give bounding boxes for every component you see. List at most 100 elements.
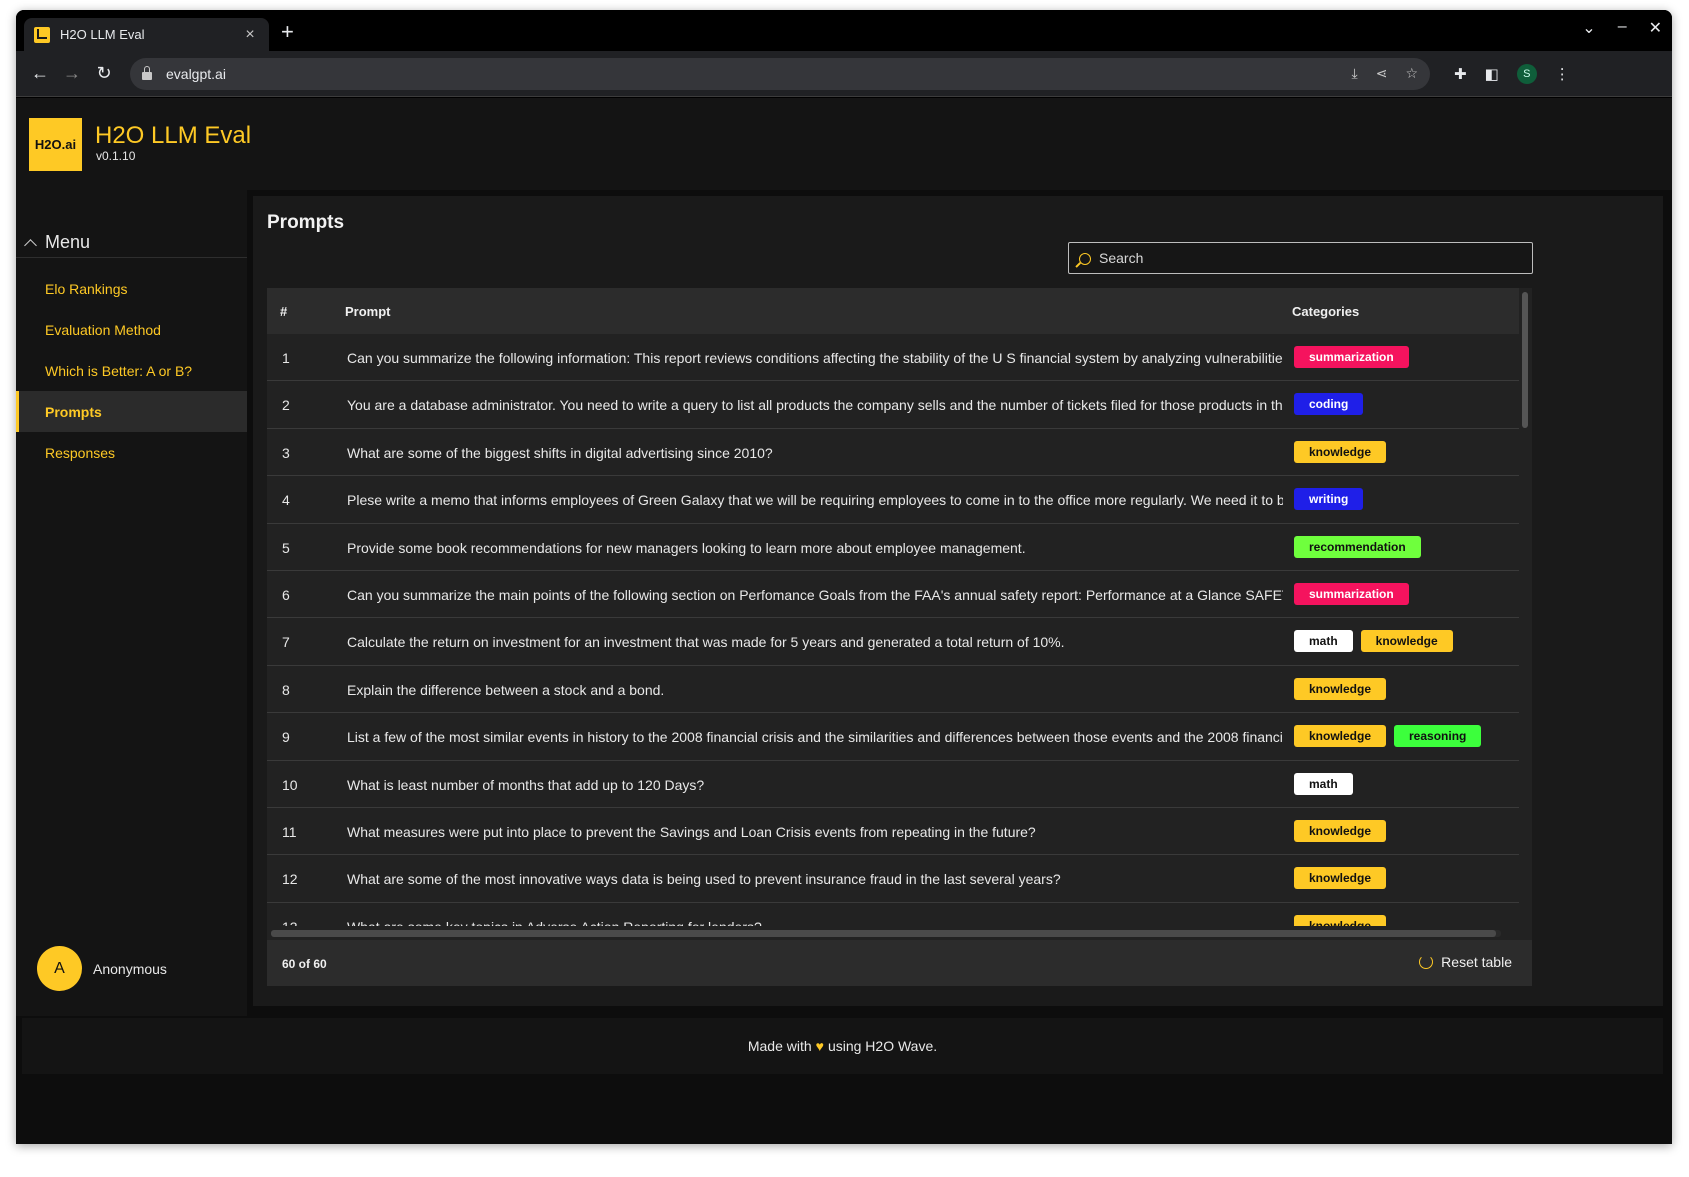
row-categories: math knowledge <box>1294 630 1453 653</box>
column-header-number[interactable]: # <box>280 304 287 319</box>
app-header: H2O.ai H2O LLM Eval v0.1.10 <box>16 98 1672 190</box>
row-number: 12 <box>282 871 298 888</box>
prompts-table: # Prompt Categories 1 Can you summarize t… <box>267 288 1532 986</box>
tab-search-icon[interactable]: ⌄ <box>1582 18 1595 38</box>
close-window-icon[interactable]: ✕ <box>1649 18 1662 38</box>
category-tag: knowledge <box>1294 677 1387 700</box>
user-profile[interactable]: A Anonymous <box>37 946 167 991</box>
category-tag: coding <box>1294 393 1364 416</box>
table-row[interactable]: 11 What measures were put into place to p… <box>267 808 1519 856</box>
browser-tab[interactable]: H2O LLM Eval × <box>24 18 269 51</box>
row-prompt: Can you summarize the following informat… <box>347 350 1283 366</box>
table-row[interactable]: 9 List a few of the most similar events i… <box>267 713 1519 761</box>
table-row[interactable]: 5 Provide some book recommendations for n… <box>267 524 1519 571</box>
refresh-icon <box>1419 955 1434 969</box>
sidebar-item-elo-rankings[interactable]: Elo Rankings <box>16 268 247 309</box>
search-input[interactable] <box>1099 250 1519 266</box>
sidebar-item-prompts[interactable]: Prompts <box>16 391 247 432</box>
menu-toggle[interactable]: Menu <box>16 228 247 258</box>
table-row[interactable]: 13 What are some key topics in Adverse Ac… <box>267 903 1519 926</box>
reset-table-label: Reset table <box>1441 954 1512 970</box>
extensions-icon[interactable]: ✚ <box>1454 65 1467 83</box>
category-tag: recommendation <box>1294 535 1421 558</box>
row-number: 8 <box>282 681 290 698</box>
row-prompt: List a few of the most similar events in… <box>347 729 1283 746</box>
table-row[interactable]: 4 Plese write a memo that informs employe… <box>267 476 1519 524</box>
table-row[interactable]: 2 You are a database administrator. You n… <box>267 381 1519 429</box>
sidebar-item-responses[interactable]: Responses <box>16 432 247 473</box>
reload-icon[interactable]: ↻ <box>88 63 120 84</box>
row-categories: knowledge <box>1294 819 1387 842</box>
lock-icon[interactable] <box>142 65 152 80</box>
category-tag: math <box>1294 630 1353 653</box>
main-card: Prompts # Prompt Categories 1 Can you sum… <box>253 196 1663 1006</box>
sidebar-item-which-is-better[interactable]: Which is Better: A or B? <box>16 350 247 391</box>
category-tag: knowledge <box>1294 819 1387 842</box>
more-menu-icon[interactable]: ⋮ <box>1555 65 1570 83</box>
row-categories: knowledge <box>1294 677 1387 700</box>
search-box[interactable] <box>1068 242 1533 274</box>
app-footer: Made with ♥ using H2O Wave. <box>22 1018 1663 1074</box>
column-header-prompt[interactable]: Prompt <box>345 304 391 319</box>
category-tag: knowledge <box>1294 440 1387 463</box>
row-prompt: Explain the difference between a stock a… <box>347 681 665 698</box>
forward-icon[interactable]: → <box>56 63 88 84</box>
address-bar[interactable]: evalgpt.ai ⤓ ⋖ ☆ <box>130 57 1430 90</box>
share-icon[interactable]: ⋖ <box>1376 65 1388 82</box>
sidebar: Menu Elo Rankings Evaluation Method Whic… <box>16 190 247 1016</box>
row-prompt: Provide some book recommendations for ne… <box>347 539 1026 556</box>
category-tag: reasoning <box>1394 725 1482 748</box>
back-icon[interactable]: ← <box>24 63 56 84</box>
row-prompt: You are a database administrator. You ne… <box>347 397 1283 414</box>
user-name: Anonymous <box>93 960 167 977</box>
row-prompt: What is least number of months that add … <box>347 776 705 793</box>
row-number: 5 <box>282 539 290 556</box>
category-tag: knowledge <box>1294 914 1387 926</box>
row-number: 1 <box>282 350 290 366</box>
table-row[interactable]: 10 What is least number of months that ad… <box>267 761 1519 808</box>
reset-table-button[interactable]: Reset table <box>1419 954 1512 970</box>
profile-avatar[interactable]: S <box>1516 63 1537 84</box>
table-row[interactable]: 8 Explain the difference between a stock … <box>267 666 1519 714</box>
category-tag: summarization <box>1294 346 1409 368</box>
table-row[interactable]: 3 What are some of the biggest shifts in … <box>267 429 1519 477</box>
table-row[interactable]: 6 Can you summarize the main points of th… <box>267 571 1519 619</box>
row-number: 11 <box>282 823 297 840</box>
category-tag: summarization <box>1294 582 1409 605</box>
side-panel-icon[interactable]: ◧ <box>1485 65 1499 83</box>
sidebar-item-evaluation-method[interactable]: Evaluation Method <box>16 309 247 350</box>
bookmark-star-icon[interactable]: ☆ <box>1405 65 1418 82</box>
table-row[interactable]: 7 Calculate the return on investment for … <box>267 618 1519 666</box>
table-row[interactable]: 1 Can you summarize the following informa… <box>267 334 1519 382</box>
browser-toolbar: ← → ↻ evalgpt.ai ⤓ ⋖ ☆ ✚ ◧ S ⋮ <box>16 51 1672 97</box>
install-icon[interactable]: ⤓ <box>1352 65 1358 82</box>
footer-text-after: using H2O Wave. <box>827 1038 938 1054</box>
minimize-icon[interactable]: – <box>1618 18 1627 38</box>
row-prompt: What are some of the biggest shifts in d… <box>347 444 773 461</box>
category-tag: knowledge <box>1294 725 1387 748</box>
url-text[interactable]: evalgpt.ai <box>166 66 1352 82</box>
row-categories: knowledge <box>1294 914 1387 926</box>
table-row[interactable]: 12 What are some of the most innovative w… <box>267 855 1519 903</box>
column-header-categories[interactable]: Categories <box>1292 304 1359 319</box>
nav-list: Elo Rankings Evaluation Method Which is … <box>16 268 247 473</box>
new-tab-button[interactable]: + <box>281 21 294 43</box>
row-categories: knowledge <box>1294 867 1387 890</box>
vertical-scrollbar[interactable] <box>1522 292 1528 428</box>
menu-label: Menu <box>45 232 91 252</box>
search-icon <box>1079 253 1091 265</box>
row-categories: writing <box>1294 488 1364 511</box>
table-footer: 60 of 60 Reset table <box>267 940 1532 986</box>
row-categories: summarization <box>1294 346 1409 368</box>
avatar[interactable]: A <box>37 946 82 991</box>
horizontal-scrollbar[interactable] <box>271 930 1496 937</box>
close-tab-icon[interactable]: × <box>241 26 259 44</box>
window-controls: ⌄ – ✕ <box>1582 18 1662 38</box>
app-title: H2O LLM Eval <box>95 122 252 149</box>
row-number: 3 <box>282 444 290 461</box>
app-root: H2O.ai H2O LLM Eval v0.1.10 Menu Elo Ran… <box>16 98 1672 1144</box>
row-prompt: What measures were put into place to pre… <box>347 823 1036 840</box>
row-categories: knowledge reasoning <box>1294 725 1482 748</box>
category-tag: writing <box>1294 488 1364 511</box>
favicon-icon <box>34 26 50 43</box>
